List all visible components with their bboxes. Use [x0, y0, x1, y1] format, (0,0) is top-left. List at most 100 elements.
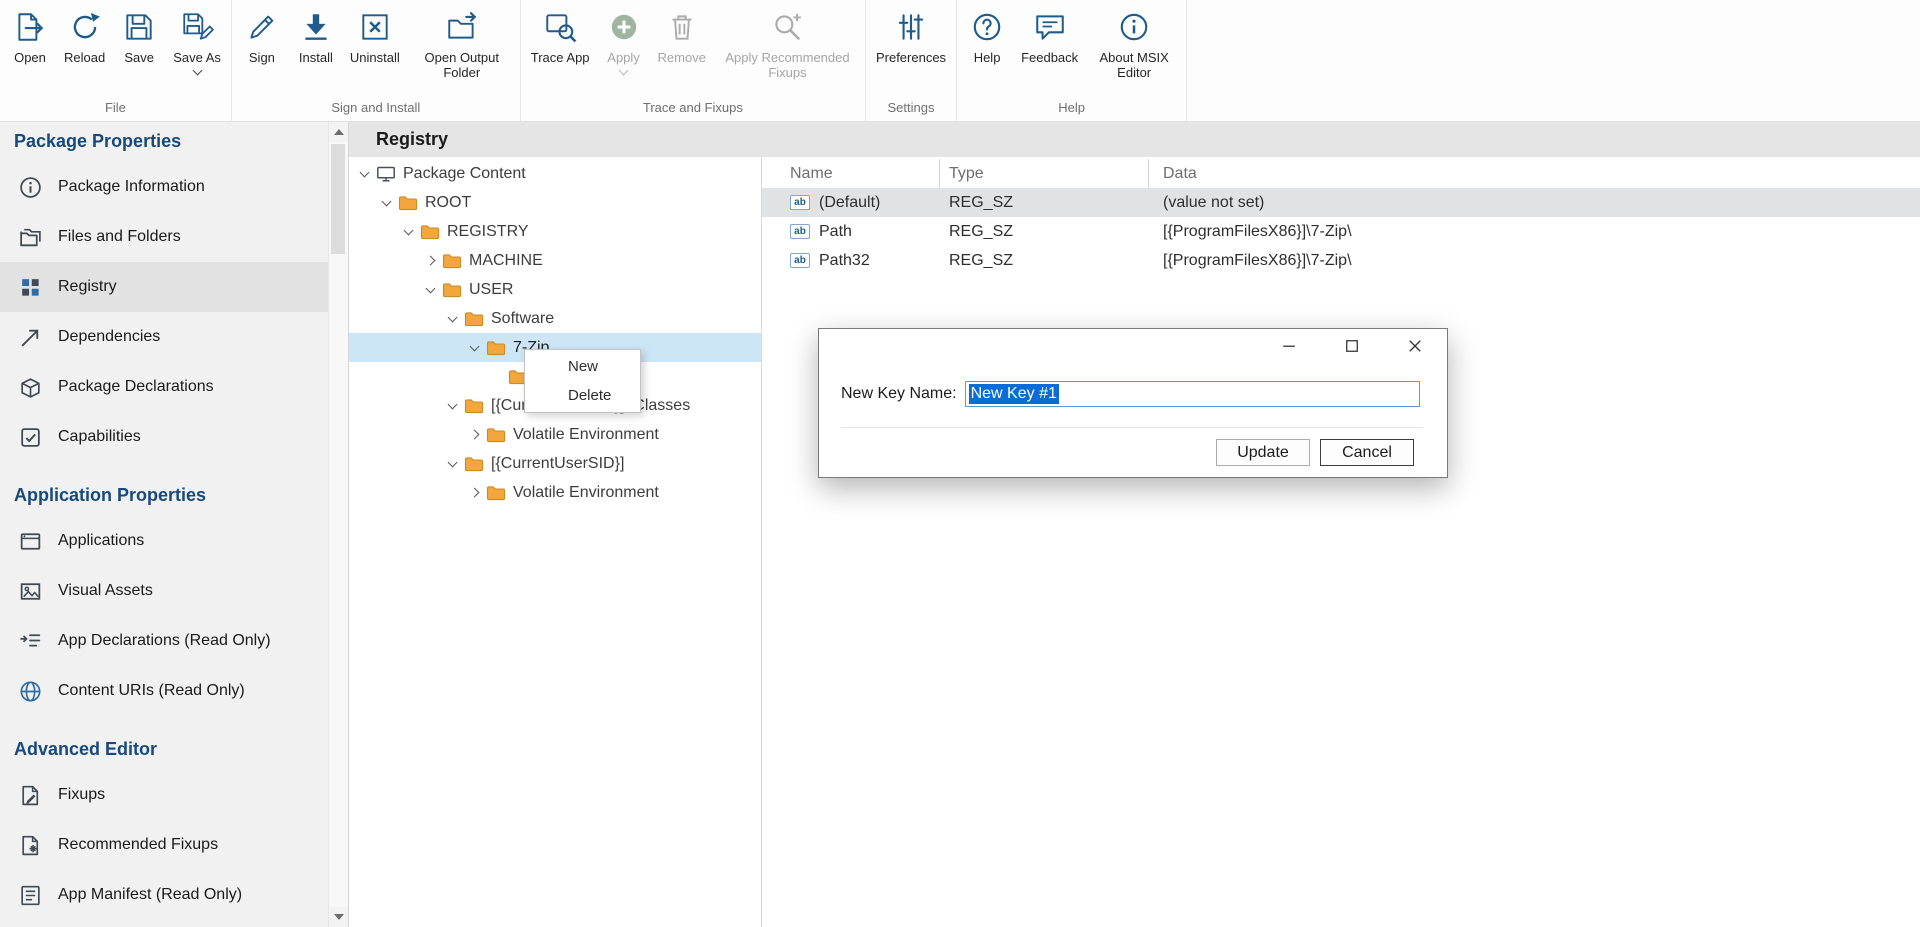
sidebar-item-package-information[interactable]: Package Information — [0, 162, 328, 212]
dialog-separator — [841, 427, 1423, 428]
info-icon — [17, 174, 43, 200]
tree-item-label: Software — [491, 310, 554, 328]
chevron-down-icon[interactable] — [403, 226, 413, 236]
help-button[interactable]: Help — [960, 0, 1014, 67]
new-key-name-input[interactable]: New Key #1 — [965, 381, 1420, 407]
dependencies-icon — [17, 324, 43, 350]
scroll-down-button[interactable] — [329, 907, 348, 927]
close-button[interactable] — [1407, 337, 1423, 355]
table-row-path[interactable]: abPath REG_SZ [{ProgramFilesX86}]\7-Zip\ — [762, 217, 1920, 246]
sidebar-item-visual-assets[interactable]: Visual Assets — [0, 566, 328, 616]
apply-recommended-fixups-icon — [770, 7, 804, 47]
sidebar-item-app-manifest[interactable]: App Manifest (Read Only) — [0, 870, 328, 920]
tree-item-machine[interactable]: MACHINE — [349, 246, 761, 275]
reload-button[interactable]: Reload — [57, 0, 112, 67]
column-header-name[interactable]: Name — [762, 159, 940, 188]
globe-icon — [17, 678, 43, 704]
chevron-right-icon[interactable] — [425, 256, 435, 266]
chevron-right-icon[interactable] — [469, 430, 479, 440]
chevron-down-icon[interactable] — [447, 458, 457, 468]
tree-context-menu: New Delete — [524, 349, 641, 413]
sidebar-item-content-uris[interactable]: Content URIs (Read Only) — [0, 666, 328, 716]
open-output-folder-button[interactable]: Open Output Folder — [407, 0, 517, 83]
open-button-label: Open — [14, 50, 46, 65]
tree-item-label: ROOT — [425, 194, 471, 212]
folder-icon — [486, 485, 506, 501]
about-msix-editor-button[interactable]: About MSIX Editor — [1085, 0, 1183, 83]
open-icon — [13, 7, 47, 47]
tree-item-software[interactable]: Software — [349, 304, 761, 333]
context-menu-item-new[interactable]: New — [525, 352, 640, 381]
uninstall-button[interactable]: Uninstall — [343, 0, 407, 67]
chevron-down-icon[interactable] — [425, 284, 435, 294]
image-icon — [17, 578, 43, 604]
selected-input-text: New Key #1 — [969, 384, 1059, 404]
ribbon-group-label-file: File — [3, 98, 228, 121]
save-as-button[interactable]: Save As — [166, 0, 228, 76]
chevron-down-icon[interactable] — [359, 168, 369, 178]
chevron-down-icon[interactable] — [381, 197, 391, 207]
maximize-button[interactable] — [1344, 337, 1360, 355]
tree-item-root[interactable]: ROOT — [349, 188, 761, 217]
value-type: REG_SZ — [940, 252, 1149, 270]
sidebar-item-dependencies[interactable]: Dependencies — [0, 312, 328, 362]
apply-recommended-fixups-button[interactable]: Apply Recommended Fixups — [713, 0, 862, 83]
scroll-up-button[interactable] — [329, 122, 348, 142]
sidebar-scrollbar[interactable] — [328, 122, 348, 927]
tree-item-currentusersid[interactable]: [{CurrentUserSID}] — [349, 449, 761, 478]
tree-item-label: Package Content — [403, 165, 526, 183]
column-header-data[interactable]: Data — [1149, 159, 1920, 188]
chevron-down-icon[interactable] — [469, 342, 479, 352]
manifest-icon — [17, 882, 43, 908]
chevron-down-icon[interactable] — [447, 400, 457, 410]
sidebar-item-applications[interactable]: Applications — [0, 516, 328, 566]
fixups-icon — [17, 782, 43, 808]
trace-app-button[interactable]: Trace App — [524, 0, 597, 67]
save-button[interactable]: Save — [112, 0, 166, 67]
open-output-folder-icon — [445, 7, 479, 47]
tree-item-registry[interactable]: REGISTRY — [349, 217, 761, 246]
ribbon-group-label-trace-and-fixups: Trace and Fixups — [524, 98, 862, 121]
column-header-type[interactable]: Type — [940, 159, 1149, 188]
save-as-icon — [180, 7, 214, 47]
context-menu-item-delete[interactable]: Delete — [525, 381, 640, 410]
minimize-button[interactable] — [1281, 337, 1297, 355]
apply-recommended-fixups-label: Apply Recommended Fixups — [720, 50, 855, 81]
chevron-down-icon[interactable] — [447, 313, 457, 323]
sidebar-item-registry[interactable]: Registry — [0, 262, 328, 312]
tree-item-volatile-environment-1[interactable]: Volatile Environment — [349, 420, 761, 449]
open-output-folder-label: Open Output Folder — [414, 50, 510, 81]
remove-button[interactable]: Remove — [651, 0, 713, 67]
open-button[interactable]: Open — [3, 0, 57, 67]
sidebar-item-capabilities[interactable]: Capabilities — [0, 412, 328, 462]
tree-item-package-content[interactable]: Package Content — [349, 159, 761, 188]
sidebar-item-app-declarations[interactable]: App Declarations (Read Only) — [0, 616, 328, 666]
msix-editor-window: Open Reload Save Save As File — [0, 0, 1920, 927]
applications-icon — [17, 528, 43, 554]
table-row-path32[interactable]: abPath32 REG_SZ [{ProgramFilesX86}]\7-Zi… — [762, 246, 1920, 275]
help-button-label: Help — [974, 50, 1001, 65]
sidebar: Package Properties Package Information F… — [0, 122, 348, 927]
sidebar-item-recommended-fixups[interactable]: Recommended Fixups — [0, 820, 328, 870]
chevron-down-icon — [192, 66, 202, 76]
install-button[interactable]: Install — [289, 0, 343, 67]
sidebar-item-package-declarations[interactable]: Package Declarations — [0, 362, 328, 412]
preferences-button[interactable]: Preferences — [869, 0, 953, 67]
chevron-right-icon[interactable] — [469, 488, 479, 498]
sidebar-item-fixups[interactable]: Fixups — [0, 770, 328, 820]
cancel-button[interactable]: Cancel — [1320, 439, 1414, 466]
sidebar-item-files-and-folders[interactable]: Files and Folders — [0, 212, 328, 262]
feedback-button-label: Feedback — [1021, 50, 1078, 65]
update-button[interactable]: Update — [1216, 439, 1310, 466]
apply-button[interactable]: Apply — [597, 0, 651, 76]
scrollbar-thumb[interactable] — [331, 144, 345, 254]
sign-button[interactable]: Sign — [235, 0, 289, 67]
table-row-default[interactable]: ab(Default) REG_SZ (value not set) — [762, 188, 1920, 217]
feedback-button[interactable]: Feedback — [1014, 0, 1085, 67]
tree-item-volatile-environment-2[interactable]: Volatile Environment — [349, 478, 761, 507]
folder-icon — [464, 456, 484, 472]
tree-item-user[interactable]: USER — [349, 275, 761, 304]
folder-icon — [486, 340, 506, 356]
folder-icon — [464, 398, 484, 414]
sidebar-item-label: Applications — [58, 532, 144, 550]
